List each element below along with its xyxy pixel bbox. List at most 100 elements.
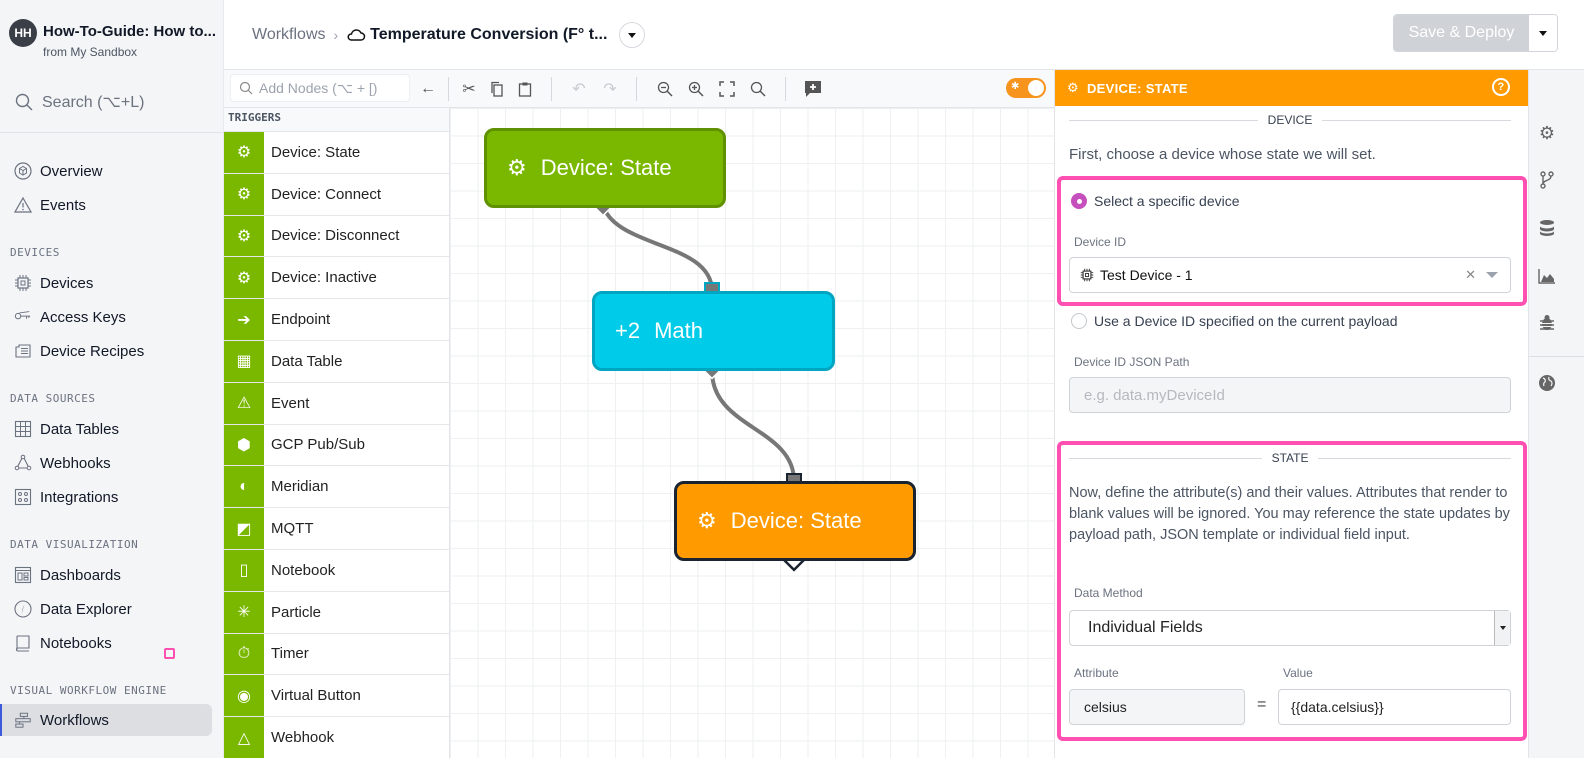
node-device-state-trigger[interactable]: ⚙ Device: State — [484, 128, 726, 208]
palette-item-device-disconnect[interactable]: ⚙ Device: Disconnect — [224, 215, 449, 258]
palette-section-header: TRIGGERS — [224, 108, 449, 132]
palette-item-data-table[interactable]: ▦ Data Table — [224, 340, 449, 383]
connection-wire — [710, 370, 796, 482]
highlight-marker — [164, 648, 175, 659]
sidebar-item-integrations[interactable]: Integrations — [0, 481, 212, 513]
reset-zoom-button[interactable] — [747, 78, 769, 100]
globe-icon — [1539, 375, 1555, 391]
toolbar-separator — [785, 77, 786, 101]
palette-item-gcp-pub-sub[interactable]: ⬢ GCP Pub/Sub — [224, 424, 449, 467]
panel-title: DEVICE: STATE — [1086, 80, 1188, 96]
debug-button[interactable] — [1537, 313, 1557, 333]
device-state-icon: ⚙ — [507, 155, 527, 180]
bug-icon: ✱ — [1011, 81, 1020, 92]
redo-icon: ↷ — [603, 81, 617, 98]
sidebar-item-data-tables[interactable]: Data Tables — [0, 413, 212, 445]
device-id-json-path-input[interactable]: e.g. data.myDeviceId — [1069, 377, 1511, 413]
copy-button[interactable] — [486, 78, 508, 100]
sidebar-item-workflows[interactable]: Workflows — [0, 704, 212, 736]
chevron-down-icon[interactable] — [1486, 272, 1498, 278]
zoom-in-button[interactable] — [685, 78, 707, 100]
storage-button[interactable] — [1537, 218, 1557, 238]
data-method-select[interactable]: Individual Fields — [1069, 610, 1511, 646]
sidebar-item-device-recipes[interactable]: Device Recipes — [0, 335, 212, 367]
fit-to-screen-button[interactable] — [716, 78, 738, 100]
redo-button[interactable]: ↷ — [599, 78, 621, 100]
palette-item-device-connect[interactable]: ⚙ Device: Connect — [224, 173, 449, 216]
sidebar-item-devices[interactable]: Devices — [0, 267, 212, 299]
key-icon — [14, 308, 32, 326]
add-comment-button[interactable] — [802, 78, 824, 100]
attribute-input[interactable]: celsius — [1069, 689, 1245, 725]
comment-add-icon — [805, 81, 821, 97]
radio-select-specific-device[interactable]: Select a specific device — [1071, 193, 1240, 209]
add-nodes-placeholder: Add Nodes (⌥ + [) — [259, 79, 378, 96]
sidebar-item-notebooks[interactable]: Notebooks — [0, 627, 212, 659]
stats-button[interactable] — [1537, 266, 1557, 286]
cut-button[interactable]: ✂ — [458, 78, 480, 100]
palette-item-notebook[interactable]: ▯ Notebook — [224, 549, 449, 592]
palette-item-device-inactive[interactable]: ⚙ Device: Inactive — [224, 257, 449, 300]
palette-item-event[interactable]: ⚠ Event — [224, 382, 449, 425]
palette-item-webhook[interactable]: △ Webhook — [224, 717, 449, 758]
paste-button[interactable] — [514, 78, 536, 100]
palette-item-label: Meridian — [271, 478, 329, 496]
palette-item-mqtt[interactable]: ◩ MQTT — [224, 508, 449, 550]
sidebar-item-label: Overview — [40, 162, 103, 180]
undo-button[interactable]: ↶ — [568, 78, 590, 100]
sidebar-item-label: Workflows — [40, 711, 109, 729]
radio-button-unchecked[interactable] — [1071, 313, 1087, 329]
device-state-icon: ⚙ — [697, 508, 717, 533]
undo-icon: ↶ — [572, 81, 586, 98]
zoom-out-button[interactable] — [654, 78, 676, 100]
workflow-icon — [14, 711, 32, 729]
settings-button[interactable]: ⚙ — [1537, 123, 1557, 143]
radio-use-payload-device-id[interactable]: Use a Device ID specified on the current… — [1071, 313, 1398, 329]
node-math[interactable]: +2 Math — [592, 291, 835, 371]
sidebar-item-events[interactable]: Events — [0, 189, 212, 221]
globals-button[interactable] — [1537, 373, 1557, 393]
device-id-select[interactable]: Test Device - 1 ✕ — [1069, 257, 1511, 293]
palette-item-label: Timer — [271, 645, 309, 663]
save-deploy-button[interactable]: Save & Deploy — [1394, 15, 1529, 51]
radio-label: Use a Device ID specified on the current… — [1094, 313, 1398, 329]
sidebar: Search (⌥+L) Overview Events DEVICES Dev… — [0, 70, 224, 758]
palette-item-particle[interactable]: ✳ Particle — [224, 591, 449, 634]
sidebar-item-webhooks[interactable]: Webhooks — [0, 447, 212, 479]
breadcrumb-workflows-link[interactable]: Workflows — [252, 26, 326, 44]
radio-label: Select a specific device — [1094, 193, 1240, 209]
workflow-menu-button[interactable] — [619, 22, 646, 48]
sidebar-item-overview[interactable]: Overview — [0, 155, 212, 187]
workflow-canvas[interactable]: ⚙ Device: State +2 Math ⚙ Device: State — [450, 108, 1054, 758]
clear-icon[interactable]: ✕ — [1465, 267, 1476, 283]
palette-item-device-state[interactable]: ⚙ Device: State — [224, 132, 449, 174]
sidebar-item-data-explorer[interactable]: Data Explorer — [0, 593, 212, 625]
palette-item-label: Notebook — [271, 561, 336, 579]
palette-item-label: Event — [271, 394, 310, 412]
sidebar-search[interactable]: Search (⌥+L) — [14, 92, 144, 112]
debug-toggle[interactable]: ✱ — [1006, 78, 1046, 98]
palette-item-timer[interactable]: ⏱ Timer — [224, 633, 449, 676]
data-method-dropdown-button[interactable] — [1494, 611, 1510, 645]
sidebar-item-dashboards[interactable]: Dashboards — [0, 559, 212, 591]
palette-item-endpoint[interactable]: ➔ Endpoint — [224, 299, 449, 341]
expand-icon — [719, 81, 735, 97]
application-switcher[interactable]: HH How-To-Guide: How to... from My Sandb… — [0, 0, 224, 70]
sidebar-item-access-keys[interactable]: Access Keys — [0, 301, 212, 333]
database-icon — [1540, 220, 1554, 236]
collapse-palette-button[interactable]: ← — [417, 78, 439, 100]
warning-icon — [14, 196, 32, 214]
deploy-button-group: Save & Deploy — [1393, 14, 1558, 52]
value-input[interactable]: {{data.celsius}} — [1278, 689, 1511, 725]
help-icon[interactable]: ? — [1492, 78, 1510, 96]
node-properties-panel: ⚙ DEVICE: STATE ? DEVICE First, choose a… — [1054, 70, 1528, 758]
node-device-state-output[interactable]: ⚙ Device: State — [674, 481, 916, 561]
palette-item-meridian[interactable]: ◐ Meridian — [224, 466, 449, 509]
palette-item-virtual-button[interactable]: ◉ Virtual Button — [224, 675, 449, 718]
radio-button-checked[interactable] — [1071, 193, 1087, 209]
add-nodes-search[interactable]: Add Nodes (⌥ + [) — [230, 74, 410, 102]
json-path-label: Device ID JSON Path — [1074, 355, 1190, 369]
deploy-options-button[interactable] — [1529, 15, 1557, 51]
section-label-visual-workflow-engine: VISUAL WORKFLOW ENGINE — [10, 684, 167, 697]
versions-button[interactable] — [1537, 170, 1557, 190]
